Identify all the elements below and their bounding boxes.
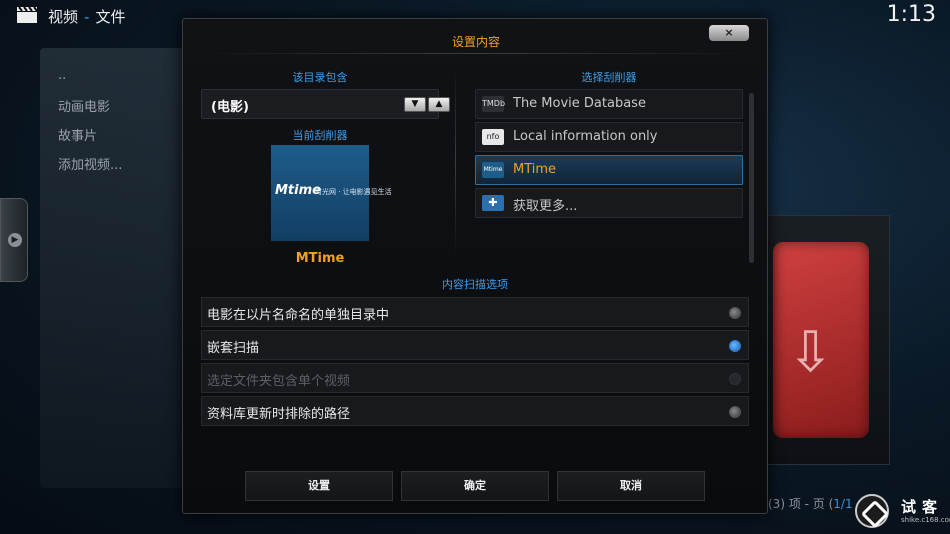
content-type-select[interactable]: (电影) ▼ ▲ — [201, 89, 450, 119]
nfo-icon: nfo — [482, 129, 504, 145]
tmdb-icon: TMDb — [482, 96, 505, 112]
chevron-right-icon: ▶ — [8, 233, 22, 247]
cancel-button[interactable]: 取消 — [557, 471, 705, 501]
option-separate-folders[interactable]: 电影在以片名命名的单独目录中 — [201, 297, 749, 327]
breadcrumb: 视频 - 文件 — [48, 6, 125, 27]
list-item[interactable]: 动画电影 — [58, 96, 110, 115]
scraper-list-scrollbar[interactable] — [749, 93, 754, 263]
ok-button[interactable]: 确定 — [401, 471, 549, 501]
breadcrumb-root[interactable]: 视频 — [48, 8, 78, 26]
clock: 1:13 — [886, 2, 936, 27]
page-info-number: 1/1 — [833, 497, 853, 511]
scraper-item-label: Local information only — [513, 129, 658, 144]
watermark: 试客 shike.c168.com — [855, 494, 950, 528]
watermark-sub: shike.c168.com — [901, 516, 950, 524]
radio-off-icon[interactable] — [729, 307, 741, 319]
thumbnail-panel: ⇩ — [760, 215, 890, 465]
option-recursive-scan[interactable]: 嵌套扫描 — [201, 330, 749, 360]
scraper-item-label: The Movie Database — [513, 96, 646, 111]
scraper-item-tmdb[interactable]: TMDb The Movie Database — [475, 89, 743, 119]
scraper-item-get-more[interactable]: ✚ 获取更多... — [475, 188, 743, 218]
list-item[interactable]: .. — [58, 68, 66, 83]
dialog-title: 设置内容 — [451, 35, 500, 49]
scraper-item-label: 获取更多... — [513, 199, 578, 214]
current-scraper-name: MTime — [295, 251, 345, 266]
option-label: 电影在以片名命名的单独目录中 — [207, 308, 390, 323]
scraper-item-mtime[interactable]: Mtime MTime — [475, 155, 743, 185]
select-scraper-label: 选择刮削器 — [581, 71, 637, 84]
list-item[interactable]: 添加视频... — [58, 154, 122, 173]
close-button[interactable]: × — [709, 25, 749, 41]
puzzle-icon: ✚ — [482, 195, 504, 211]
watermark-logo-icon — [855, 494, 889, 528]
option-label: 嵌套扫描 — [207, 341, 260, 356]
list-item[interactable]: 故事片 — [58, 125, 97, 144]
current-scraper-label: 当前刮削器 — [292, 129, 348, 142]
mtime-icon: Mtime — [482, 162, 504, 178]
scraper-item-label: MTime — [513, 162, 557, 177]
radio-disabled-icon — [729, 373, 741, 385]
chevron-down-icon[interactable]: ▼ — [404, 97, 426, 112]
option-label: 资料库更新时排除的路径 — [207, 407, 351, 422]
current-scraper-logo: Mtime 时光网 · 让电影遇见生活 — [271, 145, 392, 241]
scraper-item-local[interactable]: nfo Local information only — [475, 122, 743, 152]
content-type-spinner: ▼ ▲ — [404, 97, 452, 112]
download-icon: ⇩ — [787, 320, 834, 385]
side-menu-tab[interactable]: ▶ — [0, 198, 28, 282]
vertical-divider — [455, 67, 456, 257]
breadcrumb-separator: - — [84, 8, 90, 26]
scan-options-label: 内容扫描选项 — [442, 278, 508, 291]
settings-button[interactable]: 设置 — [245, 471, 393, 501]
content-type-value: (电影) — [211, 100, 249, 115]
option-exclude-path[interactable]: 资料库更新时排除的路径 — [201, 396, 749, 426]
background-file-list: .. 动画电影 故事片 添加视频... — [40, 48, 190, 488]
dir-contains-label: 该目录包含 — [292, 71, 348, 84]
page-info: (3) 项 - 页 (1/1 — [768, 495, 853, 512]
page-info-prefix: (3) 项 - 页 ( — [768, 497, 834, 511]
radio-off-icon[interactable] — [729, 406, 741, 418]
breadcrumb-current: 文件 — [95, 8, 126, 26]
option-single-video: 选定文件夹包含单个视频 — [201, 363, 749, 393]
option-label: 选定文件夹包含单个视频 — [207, 374, 351, 389]
folder-thumbnail: ⇩ — [773, 242, 869, 438]
mtime-tagline: 时光网 · 让电影遇见生活 — [315, 188, 392, 196]
watermark-title: 试客 — [901, 498, 944, 516]
radio-on-icon[interactable] — [729, 340, 741, 352]
divider — [191, 53, 759, 54]
set-content-dialog: 设置内容 × 该目录包含 (电影) ▼ ▲ 当前刮削器 Mtime 时光网 · … — [182, 18, 768, 514]
clapperboard-icon — [17, 6, 38, 23]
chevron-up-icon[interactable]: ▲ — [428, 97, 450, 112]
